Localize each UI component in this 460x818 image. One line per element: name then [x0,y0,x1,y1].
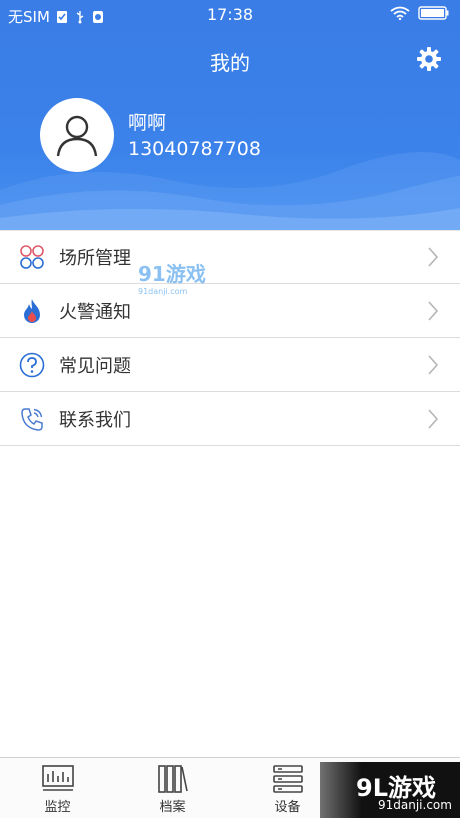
avatar[interactable] [40,98,114,172]
question-icon [18,351,46,379]
profile-header: 我的 啊啊 13040787708 [0,30,460,230]
user-name: 啊啊 [128,112,167,134]
corner-watermark: 9L游戏 91danji.com [320,762,460,818]
status-right [390,6,450,20]
venue-icon [18,243,46,271]
corner-watermark-sub: 91danji.com [378,798,452,812]
person-icon [56,115,98,157]
user-phone: 13040787708 [128,138,261,160]
menu-item-venue-management[interactable]: 场所管理 [0,230,460,284]
menu-item-label: 火警通知 [59,301,131,323]
tab-label: 监控 [44,800,71,815]
menu-item-label: 场所管理 [59,248,131,269]
monitor-icon [41,765,74,791]
status-bar: 无SIM 17:38 [0,0,460,30]
menu-list: 场所管理 火警通知 常见问题 联系我们 [0,230,460,446]
page-title: 我的 [210,51,250,75]
chevron-right-icon [428,408,439,429]
archive-icon [157,765,188,793]
tab-label: 档案 [159,800,186,815]
tab-archive[interactable]: 档案 [115,758,230,818]
chevron-right-icon [428,354,439,375]
phone-icon [18,405,46,433]
menu-item-contact-us[interactable]: 联系我们 [0,392,460,446]
chevron-right-icon [428,247,439,267]
fire-icon [18,297,46,325]
menu-item-label: 联系我们 [59,409,131,431]
settings-button[interactable] [416,46,442,72]
chevron-right-icon [428,300,439,321]
watermark-main-text: 91游戏 [138,262,206,286]
watermark-sub-text: 91danji.com [138,287,188,296]
tab-monitor[interactable]: 监控 [0,758,115,818]
menu-item-fire-alert[interactable]: 火警通知 [0,284,460,338]
device-icon [272,765,303,793]
wifi-icon [390,6,410,20]
gear-icon [417,47,441,71]
menu-item-label: 常见问题 [59,355,131,377]
menu-item-faq[interactable]: 常见问题 [0,338,460,392]
battery-icon [418,6,449,20]
watermark-logo: 91游戏 91danji.com [138,258,206,296]
